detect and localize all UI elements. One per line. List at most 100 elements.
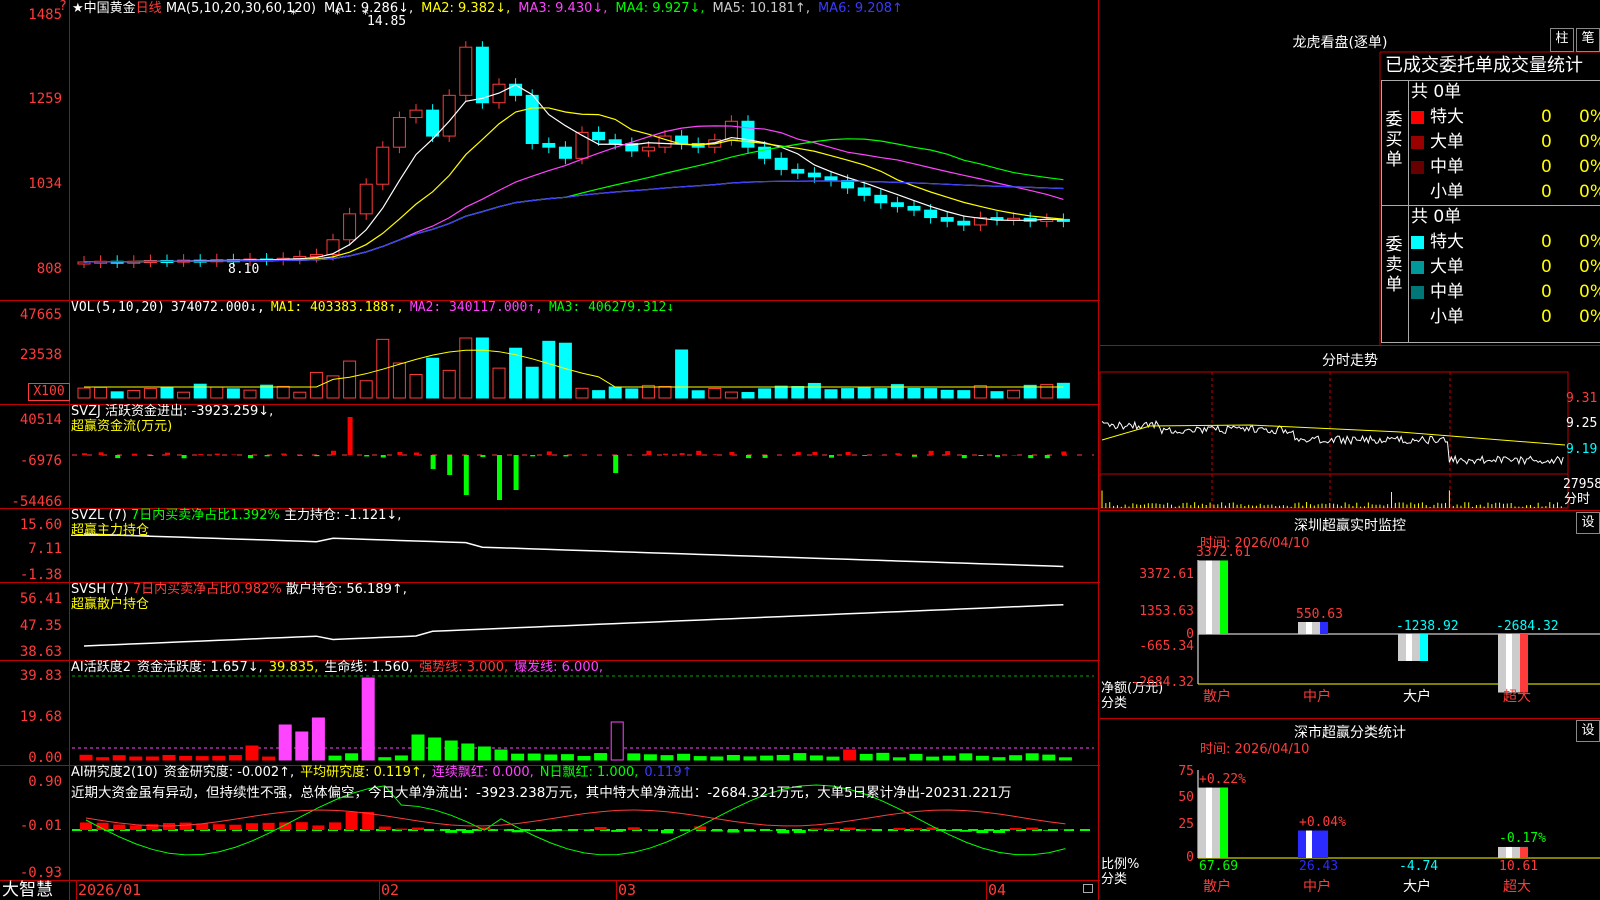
bar-highlight [1306,621,1312,634]
divider [1381,80,1600,81]
order-count: 0 [1541,157,1552,177]
realtime-title: 深圳超赢实时监控 [1294,518,1406,534]
buy-total: 共 0单 [1411,82,1462,102]
category-bar [1398,634,1428,662]
order-type: 特大 [1430,107,1464,127]
order-type: 小单 [1430,307,1464,327]
order-pct: 0% [1579,232,1600,252]
bar-value-label: 3372.61 [1196,545,1251,561]
bar-category-label: 大户 [1403,879,1431,895]
classify-settings-button[interactable]: 设 [1576,720,1600,742]
bar-y-tick: 0 [1186,850,1194,865]
order-type: 中单 [1430,157,1464,177]
order-color-swatch [1411,135,1424,149]
dragon-title: 龙虎看盘(逐单) [1292,35,1388,51]
minute-volume-tick: 27958 [1563,477,1600,492]
category-bar [1198,560,1228,634]
order-type: 小单 [1430,182,1464,202]
order-color-swatch [1411,110,1424,124]
bar-category-label: 中户 [1303,879,1331,895]
minute-volume-unit: 分时 [1564,492,1591,507]
order-color-swatch [1411,260,1424,274]
bar-category-label: 中户 [1303,689,1331,705]
bar-category-label: 超大 [1503,879,1531,895]
bar-highlight [1206,560,1212,634]
pane-divider [1100,345,1600,346]
order-row: 大单 0 0% [1411,257,1600,277]
order-row: 小单 0 0% [1411,307,1600,327]
bar-edge [1320,830,1328,858]
order-color-swatch [1411,285,1424,299]
order-count: 0 [1541,307,1552,327]
order-type: 大单 [1430,257,1464,277]
order-pct: 0% [1579,282,1600,302]
realtime-settings-button[interactable]: 设 [1576,512,1600,534]
bar-value-label: -2684.32 [1496,619,1559,634]
bar-edge [1520,846,1528,858]
order-color-swatch [1411,185,1424,199]
order-color-swatch [1411,160,1424,174]
category-bar [1298,830,1328,858]
minute-price-tick: 9.19 [1566,442,1598,457]
tick-mode-button[interactable]: 笔 [1576,28,1600,52]
order-count: 0 [1541,257,1552,277]
realtime-cat-title: 分类 [1101,696,1128,711]
minute-title: 分时走势 [1322,353,1378,369]
order-count: 0 [1541,107,1552,127]
bar-edge [1420,634,1428,662]
bar-category-label: 超大 [1503,689,1531,705]
divider [1381,205,1600,206]
bar-value-label: 26.43 [1299,859,1339,874]
bar-edge [1220,560,1228,634]
sell-total: 共 0单 [1411,207,1462,227]
sell-side-label: 委卖单 [1385,235,1403,295]
minute-price-tick: 9.31 [1566,391,1598,406]
bar-y-tick: -2684.32 [1131,675,1194,690]
order-type: 中单 [1430,282,1464,302]
bar-highlight [1506,846,1512,858]
divider [1381,80,1382,342]
order-pct: 0% [1579,107,1600,127]
order-count: 0 [1541,182,1552,202]
bar-highlight [1406,634,1412,662]
bar-edge [1220,787,1228,858]
order-color-swatch [1411,310,1424,324]
bar-y-tick: 1353.63 [1139,604,1194,619]
order-count: 0 [1541,232,1552,252]
minute-price-line [1101,419,1564,466]
bar-value-label: 67.69 [1199,859,1239,874]
category-bar [1498,634,1528,693]
bar-y-tick: -665.34 [1139,639,1194,654]
divider [1381,342,1600,343]
bar-category-label: 散户 [1203,879,1231,895]
dragon-subtitle: 已成交委托单成交量统计 [1385,55,1583,76]
order-row: 中单 0 0% [1411,157,1600,177]
bar-highlight [1206,787,1212,858]
category-bar [1498,846,1528,858]
bar-mode-button[interactable]: 柱 [1550,28,1574,52]
category-bar [1298,621,1328,634]
order-count: 0 [1541,282,1552,302]
buy-side-label: 委买单 [1385,110,1403,170]
classify-cat-title: 分类 [1101,872,1128,887]
divider [1408,80,1409,342]
order-row: 大单 0 0% [1411,132,1600,152]
bar-value-label: 10.61 [1499,859,1539,874]
order-type: 特大 [1430,232,1464,252]
order-pct: 0% [1579,307,1600,327]
bar-change-label: +0.22% [1199,771,1246,787]
bar-highlight [1506,634,1512,693]
order-color-swatch [1411,235,1424,249]
order-pct: 0% [1579,257,1600,277]
order-count: 0 [1541,132,1552,152]
classify-time: 时间: 2026/04/10 [1200,742,1310,757]
bar-value-label: -1238.92 [1396,619,1459,634]
bar-category-label: 散户 [1203,689,1231,705]
bar-change-label: +0.04% [1299,814,1346,830]
order-pct: 0% [1579,157,1600,177]
bar-y-tick: 50 [1178,790,1194,805]
order-row: 小单 0 0% [1411,182,1600,202]
category-bar [1198,787,1228,858]
bar-y-tick: 75 [1178,764,1194,779]
bar-edge [1520,634,1528,693]
